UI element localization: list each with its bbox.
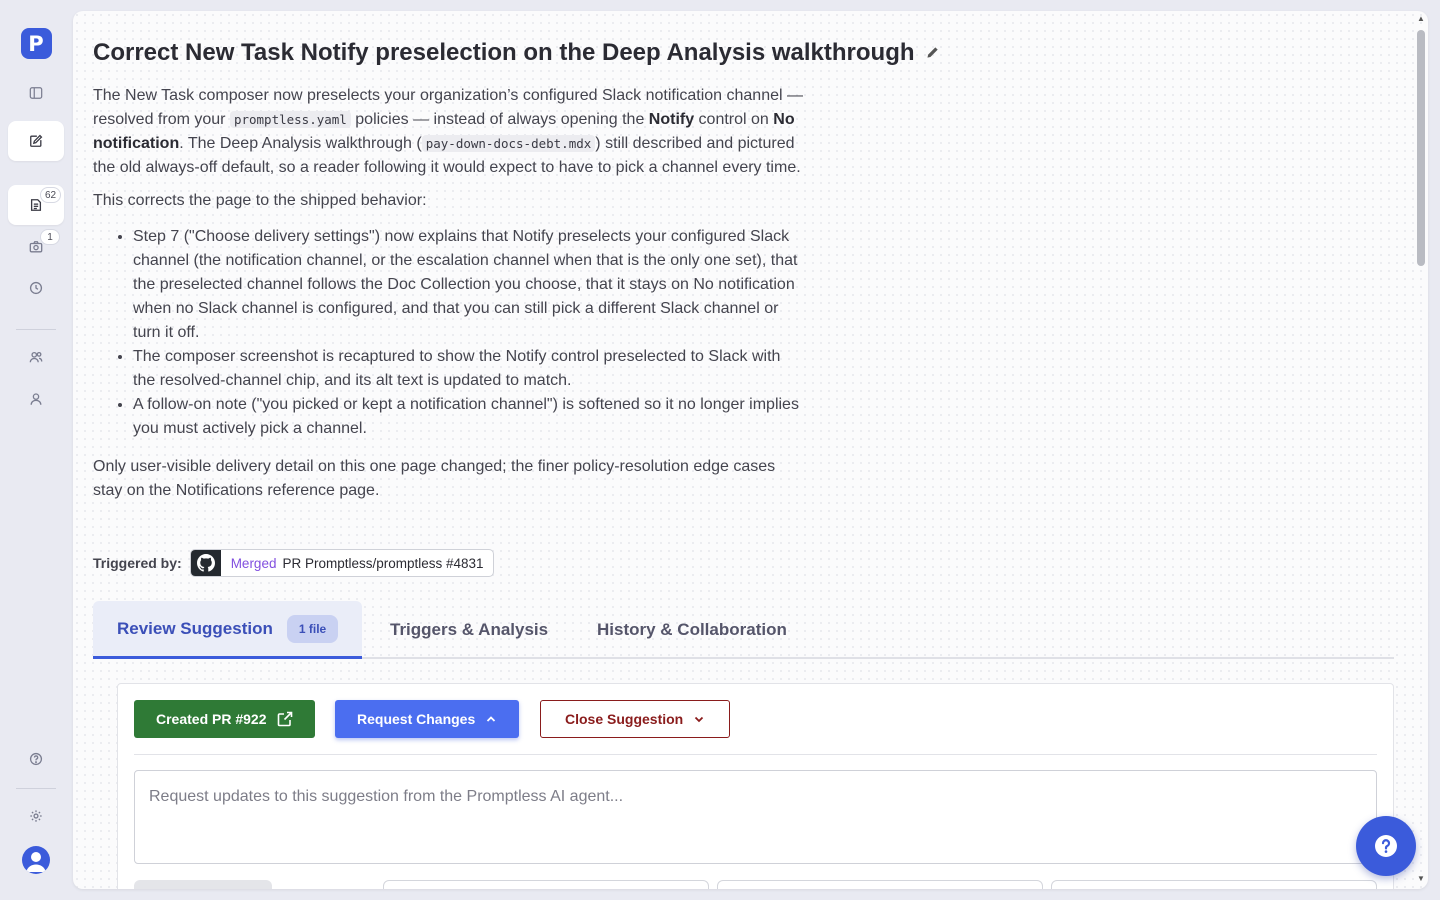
inline-code: promptless.yaml	[229, 111, 351, 128]
github-icon	[190, 550, 221, 576]
page-title: Correct New Task Notify preselection on …	[93, 39, 939, 67]
suggestion-tabs: Review Suggestion 1 file Triggers & Anal…	[93, 601, 1394, 659]
nav-suggestions[interactable]: 62	[8, 185, 64, 225]
promptless-logo[interactable]: P	[20, 28, 52, 59]
file-panel	[1051, 880, 1377, 889]
list-item: Step 7 ("Choose delivery settings") now …	[133, 225, 803, 345]
chevron-up-icon	[487, 716, 496, 722]
scroll-thumb[interactable]	[1417, 30, 1425, 266]
triggered-by: Triggered by: Merged PR Promptless/promp…	[93, 549, 494, 577]
close-suggestion-button[interactable]: Close Suggestion	[540, 700, 731, 738]
nav-screenshots[interactable]: 1	[8, 227, 64, 267]
screenshots-count-badge: 1	[40, 229, 60, 245]
sidebar: P 62 1	[0, 0, 72, 900]
pr-status: Merged	[230, 555, 277, 571]
secondary-button[interactable]	[134, 880, 272, 889]
sidebar-panel-icon	[29, 87, 43, 99]
scroll-up-arrow[interactable]: ▲	[1417, 14, 1425, 23]
clock-icon	[29, 281, 43, 295]
nav-help[interactable]	[8, 739, 64, 779]
suggestion-description: The New Task composer now preselects you…	[93, 84, 803, 512]
toggle-sidebar-button[interactable]	[8, 73, 64, 113]
help-circle-icon	[29, 752, 43, 766]
page-scrollbar[interactable]: ▲ ▼	[1414, 11, 1428, 889]
nav-team[interactable]	[8, 337, 64, 377]
nav-profile[interactable]	[8, 379, 64, 419]
user-icon	[30, 393, 42, 405]
nav-settings[interactable]	[8, 796, 64, 836]
file-count-badge: 1 file	[286, 614, 339, 643]
description-paragraph: This corrects the page to the shipped be…	[93, 192, 427, 209]
nav-divider	[16, 329, 56, 330]
edit-title-icon[interactable]	[925, 46, 939, 60]
review-card: Created PR #922 Request Changes Close Su…	[117, 683, 1394, 889]
chevron-down-icon	[695, 716, 704, 723]
suggestion-panel: Correct New Task Notify preselection on …	[73, 11, 1428, 889]
tab-review-suggestion[interactable]: Review Suggestion 1 file	[93, 601, 363, 659]
description-paragraph: Only user-visible delivery detail on thi…	[93, 458, 776, 499]
list-item: A follow-on note ("you picked or kept a …	[133, 393, 803, 441]
list-item: The composer screenshot is recaptured to…	[133, 345, 803, 393]
pr-link-chip[interactable]: Merged PR Promptless/promptless #4831	[189, 549, 494, 577]
triggered-by-label: Triggered by:	[93, 555, 182, 571]
new-task-button[interactable]	[8, 121, 64, 161]
scroll-down-arrow[interactable]: ▼	[1417, 874, 1425, 883]
tab-triggers-analysis[interactable]: Triggers & Analysis	[390, 601, 548, 659]
description-paragraph: The New Task composer now preselects you…	[93, 87, 803, 176]
file-panel	[383, 880, 709, 889]
pr-reference: PR Promptless/promptless #4831	[282, 555, 484, 571]
request-changes-input[interactable]: Request updates to this suggestion from …	[134, 770, 1377, 864]
inline-code: pay-down-docs-debt.mdx	[421, 135, 596, 152]
avatar-person-icon	[26, 852, 46, 872]
question-icon	[1375, 835, 1397, 857]
tab-history-collaboration[interactable]: History & Collaboration	[597, 601, 787, 659]
nav-divider-bottom	[16, 788, 56, 789]
request-changes-button[interactable]: Request Changes	[335, 700, 520, 738]
card-divider	[134, 754, 1377, 755]
suggestions-count-badge: 62	[40, 187, 62, 203]
help-chat-button[interactable]	[1356, 816, 1416, 876]
external-link-icon	[277, 711, 292, 727]
nav-history[interactable]	[8, 268, 64, 308]
created-pr-button[interactable]: Created PR #922	[134, 700, 315, 738]
user-avatar[interactable]	[22, 846, 50, 874]
file-panel	[717, 880, 1043, 889]
change-list: Step 7 ("Choose delivery settings") now …	[93, 225, 803, 441]
suggestion-title: Correct New Task Notify preselection on …	[93, 39, 915, 66]
users-icon	[29, 351, 43, 363]
gear-icon	[30, 810, 42, 822]
edit-icon	[30, 134, 43, 147]
